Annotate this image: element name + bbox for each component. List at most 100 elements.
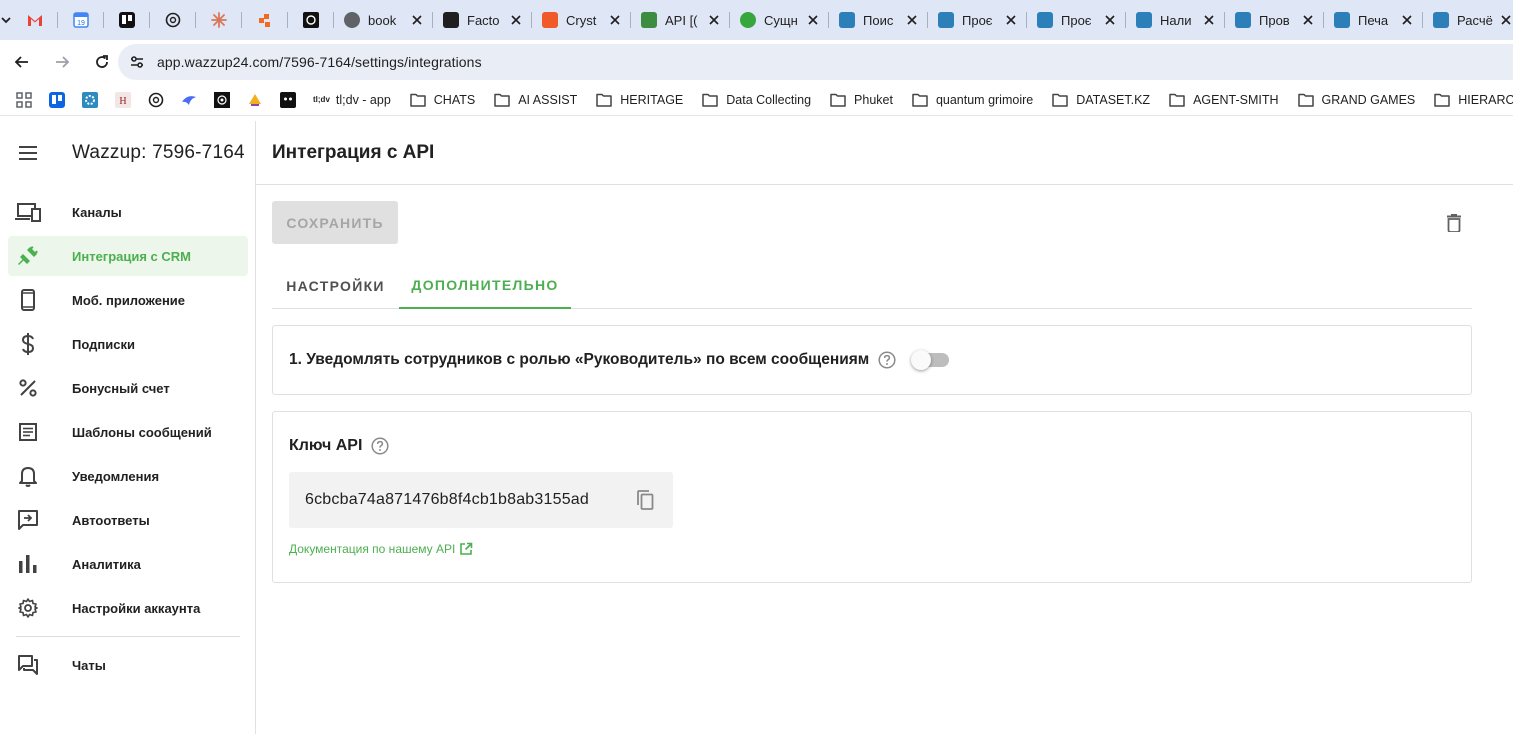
sidebar-item-label: Уведомления [72,468,160,484]
help-icon[interactable] [877,350,897,370]
crystal-icon [542,12,558,28]
close-icon[interactable] [904,12,920,28]
sidebar-item-account-settings[interactable]: Настройки аккаунта [8,588,248,628]
browser-tab[interactable]: Проє [928,0,1027,40]
address-bar[interactable]: app.wazzup24.com/7596-7164/settings/inte… [118,44,1513,80]
close-icon[interactable] [1498,12,1513,28]
browser-tab[interactable]: Facto [433,0,532,40]
help-icon[interactable] [370,436,390,456]
close-icon[interactable] [409,12,425,28]
sidebar-divider [16,636,240,637]
sidebar-item-crm-integration[interactable]: Интеграция с CRM [8,236,248,276]
api-docs-link[interactable]: Документация по нашему API [289,542,473,556]
apps-grid-icon[interactable] [16,91,32,108]
wazzup-icon [740,12,756,28]
browser-tab[interactable]: book [334,0,433,40]
pinned-tab-chatgpt[interactable] [150,0,196,40]
browser-tab[interactable]: Проє [1027,0,1126,40]
browser-tab[interactable]: Расчё [1423,0,1513,40]
sidebar-item-templates[interactable]: Шаблоны сообщений [8,412,248,452]
external-link-icon [460,542,473,555]
folder-icon [702,93,719,107]
browser-toolbar: app.wazzup24.com/7596-7164/settings/inte… [0,40,1513,84]
star-icon [443,12,459,28]
article-icon [8,423,48,441]
save-button[interactable]: СОХРАНИТЬ [272,201,398,244]
bookmark-folder[interactable]: AI ASSIST [494,93,577,107]
sidebar-item-bonus[interactable]: Бонусный счет [8,368,248,408]
bookmark-folder[interactable]: quantum grimoire [912,93,1033,107]
tab-settings[interactable]: НАСТРОЙКИ [272,263,399,309]
sidebar-item-notifications[interactable]: Уведомления [8,456,248,496]
pinned-tab-make[interactable] [242,0,288,40]
sidebar-item-subscriptions[interactable]: Подписки [8,324,248,364]
trello-bookmark-icon[interactable] [49,91,65,108]
sidebar-item-analytics[interactable]: Аналитика [8,544,248,584]
back-button[interactable] [4,44,40,80]
close-icon[interactable] [1300,12,1316,28]
copy-button[interactable] [633,488,657,512]
browser-tab[interactable]: Печа [1324,0,1423,40]
bookmark-label: DATASET.KZ [1076,92,1151,107]
tab-search-button[interactable] [0,0,12,40]
browser-tab[interactable]: API [( [631,0,730,40]
browser-tab[interactable]: Сущн [730,0,829,40]
pinned-tab-gmail[interactable] [12,0,58,40]
sidebar-item-chats[interactable]: Чаты [8,645,248,685]
browser-tab[interactable]: Cryst [532,0,631,40]
bookmark-tldv[interactable]: tl;dv tl;dv - app [313,93,391,107]
reload-button[interactable] [84,44,120,80]
close-icon[interactable] [1003,12,1019,28]
browser-tab[interactable]: Поис [829,0,928,40]
tab-title: Cryst [566,12,597,28]
close-icon[interactable] [805,12,821,28]
bookmark-folder[interactable]: Phuket [830,93,893,107]
tune-icon [131,56,143,68]
bookmark-bird-icon[interactable] [181,92,197,108]
bookmark-folder[interactable]: HERITAGE [596,93,683,107]
browser-tab[interactable]: Пров [1225,0,1324,40]
chatgpt-bookmark-icon[interactable] [148,92,164,108]
pinned-tab-trello[interactable] [104,0,150,40]
close-icon[interactable] [508,12,524,28]
bookmark-gear-icon[interactable] [82,91,98,108]
bookmark-folder[interactable]: CHATS [410,93,475,107]
sidebar-item-mobile-app[interactable]: Моб. приложение [8,280,248,320]
bookmark-heraldry-icon[interactable]: H [115,91,131,108]
menu-button[interactable] [0,121,56,185]
bookmark-face-icon[interactable] [280,91,296,108]
site-info-button[interactable] [122,47,152,77]
pinned-tab-app[interactable] [288,0,334,40]
api-key-card: Ключ API 6cbcba74a871476b8f4cb1b8ab3155a… [272,411,1472,583]
bookmark-folder[interactable]: DATASET.KZ [1052,93,1150,107]
close-icon[interactable] [1102,12,1118,28]
sidebar-item-channels[interactable]: Каналы [8,192,248,232]
delete-button[interactable] [1442,211,1466,235]
bookmark-gradient-icon[interactable] [247,92,263,108]
chevron-down-icon [1,17,11,24]
close-icon[interactable] [607,12,623,28]
close-icon[interactable] [1201,12,1217,28]
folder-icon [1297,93,1314,107]
bookmark-folder[interactable]: AGENT-SMITH [1169,93,1279,107]
bookmark-folder[interactable]: Data Collecting [702,93,811,107]
copy-icon [637,490,654,510]
browser-tab[interactable]: Нали [1126,0,1225,40]
close-icon[interactable] [1399,12,1415,28]
forward-button[interactable] [44,44,80,80]
bookmark-folder[interactable]: HIERARCHY [1434,93,1513,107]
bookmark-pattern-icon[interactable] [214,91,230,108]
page-header: Интеграция с API [256,121,1513,185]
gmail-icon [28,14,42,26]
close-icon[interactable] [706,12,722,28]
api-key-value[interactable]: 6cbcba74a871476b8f4cb1b8ab3155ad [305,491,589,509]
pinned-tab-calendar[interactable]: 19 [58,0,104,40]
sidebar-item-autoreplies[interactable]: Автоответы [8,500,248,540]
url-text[interactable]: app.wazzup24.com/7596-7164/settings/inte… [157,54,482,70]
notify-toggle[interactable] [911,350,951,370]
folder-icon [596,93,613,107]
pinned-tab-claude[interactable] [196,0,242,40]
tab-additional[interactable]: ДОПОЛНИТЕЛЬНО [399,263,571,309]
bookmark-folder[interactable]: GRAND GAMES [1297,93,1415,107]
devices-icon [8,202,48,222]
